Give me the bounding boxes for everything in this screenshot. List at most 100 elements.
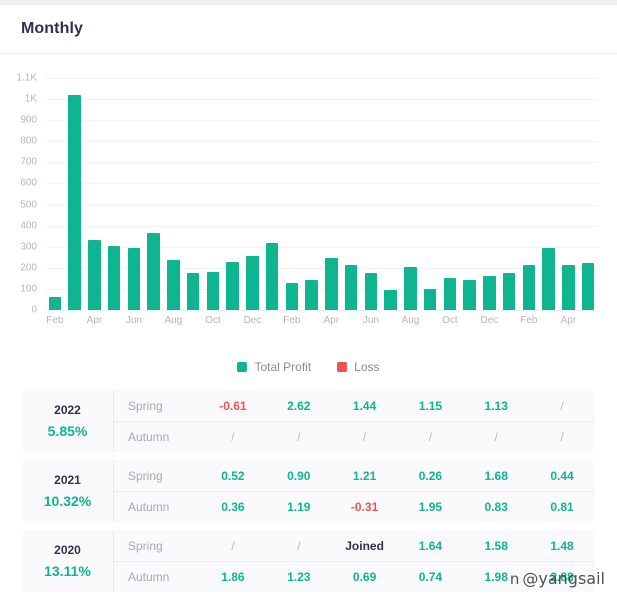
bar-slot[interactable] [381,78,401,310]
bar-slot[interactable] [480,78,500,310]
table-cell-value: -0.61 [219,398,247,413]
bar-slot[interactable] [361,78,381,310]
bar-slot[interactable] [578,78,598,310]
legend-item[interactable]: Total Profit [237,360,311,374]
table-row: 2020 13.11% Spring / / Joined 1.64 1.58 1.48 Autu… [22,530,595,592]
table-cell-value: 0.90 [287,468,311,483]
table-cell-value: 1.48 [550,538,574,553]
chart-bar[interactable] [562,264,575,310]
x-axis-tick-label [420,312,440,330]
bar-slot[interactable] [243,78,263,310]
x-axis-tick-label [183,312,203,330]
bar-slot[interactable] [144,78,164,310]
chart-bar[interactable] [542,247,555,310]
bar-slot[interactable] [164,78,184,310]
bar-slot[interactable] [302,78,322,310]
x-axis-tick-label [144,312,164,330]
bar-slot[interactable] [104,78,124,310]
legend-item[interactable]: Loss [337,360,380,374]
table-cell-value: / [494,430,498,444]
table-cell-value: 0.83 [484,500,508,514]
chart-bar[interactable] [147,233,160,310]
chart-bar[interactable] [88,240,101,310]
chart-bar[interactable] [483,276,496,310]
x-axis-tick-label: Oct [205,315,221,326]
bar-slot[interactable] [85,78,105,310]
bar-slot[interactable] [401,78,421,310]
chart-bar[interactable] [522,264,536,310]
table-cell-value: 1.86 [221,570,245,584]
table-cell-value: 0.74 [418,570,443,584]
year-percent: 13.11% [44,563,91,579]
bar-slot[interactable] [45,78,65,310]
chart-bar[interactable] [226,261,239,310]
chart-bar[interactable] [502,273,516,310]
bar-slot[interactable] [203,78,223,310]
bar-slot[interactable] [183,78,203,310]
bar-slot[interactable] [460,78,480,310]
x-axis-tick-label: Aug [164,315,183,326]
y-axis-tick-label: 900 [20,114,37,126]
season-label: Spring [128,538,163,553]
bar-slot[interactable] [559,78,579,310]
chart-bar[interactable] [167,260,180,310]
legend-label: Loss [354,360,380,374]
table-cell-value: / [231,538,235,553]
chart-bar[interactable] [305,280,318,310]
bar-slot[interactable] [223,78,243,310]
bar-slot[interactable] [539,78,559,310]
x-axis-tick-label: Apr [86,315,103,326]
chart-bar[interactable] [423,288,437,310]
monthly-profit-card: Monthly 1.1K 1K 900 800 700 600 500 400 300 200 10… [0,0,617,602]
chart-bar[interactable] [384,289,397,310]
bar-slot[interactable] [420,78,440,310]
chart-bar[interactable] [107,245,121,310]
square-swatch-icon [237,362,248,372]
chart-bar[interactable] [186,273,200,310]
table-cell-value: / [560,430,564,444]
chart-bar[interactable] [48,297,62,310]
legend-label: Total Profit [254,360,312,374]
chart-bar[interactable] [581,262,595,310]
season-row: Spring 0.52 0.90 1.21 0.26 1.68 0.44 [114,460,595,491]
table-row: 2022 5.85% Spring -0.61 2.62 1.44 1.15 1.13/Aut… [22,390,595,452]
chart-bar[interactable] [68,94,81,310]
bar-slot[interactable] [124,78,144,310]
chart-bar[interactable] [246,256,259,310]
chart-bar[interactable] [404,266,417,310]
table-cell-value: 2.62 [287,398,311,413]
chart-bar[interactable] [443,278,457,310]
chart-bar[interactable] [265,242,279,310]
table-cell-value: / [231,430,235,444]
x-axis-tick-label [65,312,85,330]
bar-slot[interactable] [341,78,361,310]
bar-slot[interactable] [440,78,460,310]
chart-bar[interactable] [463,280,476,310]
x-axis-tick-label: Jun [125,315,142,326]
season-row: Spring / / Joined 1.64 1.58 1.48 [114,530,595,561]
bar-slot[interactable] [65,78,85,310]
chart-bar[interactable] [364,273,378,310]
table-cell-value: 1.44 [352,398,377,413]
bar-slot[interactable] [262,78,282,310]
chart-bar[interactable] [325,258,338,310]
chart-bar[interactable] [127,247,141,310]
table-cell-value: 0.44 [550,468,574,483]
year-percent: 5.85% [47,423,88,439]
y-axis-tick-label: 1K [24,93,37,105]
bar-slot[interactable] [519,78,539,310]
chart-bar[interactable] [344,264,358,310]
chart-bars [45,78,598,310]
bar-slot[interactable] [282,78,302,310]
x-axis-tick-label [460,312,480,330]
x-axis-tick-label: Jun [362,315,379,326]
chart-x-axis: Feb Apr Jun Aug Oct Dec Feb Apr Jun Aug Oct Dec Feb A… [45,312,598,330]
table-row: 2021 10.32% Spring 0.52 0.90 1.21 0.26 1.68 0.44… [22,460,595,522]
table-cell-value: / [297,538,301,553]
chart-bar[interactable] [206,272,220,310]
chart-bar[interactable] [285,282,299,310]
bar-slot[interactable] [499,78,519,310]
y-axis-tick-label: 1.1K [16,72,37,84]
table-cell-value: 0.52 [221,468,245,483]
bar-slot[interactable] [322,78,342,310]
